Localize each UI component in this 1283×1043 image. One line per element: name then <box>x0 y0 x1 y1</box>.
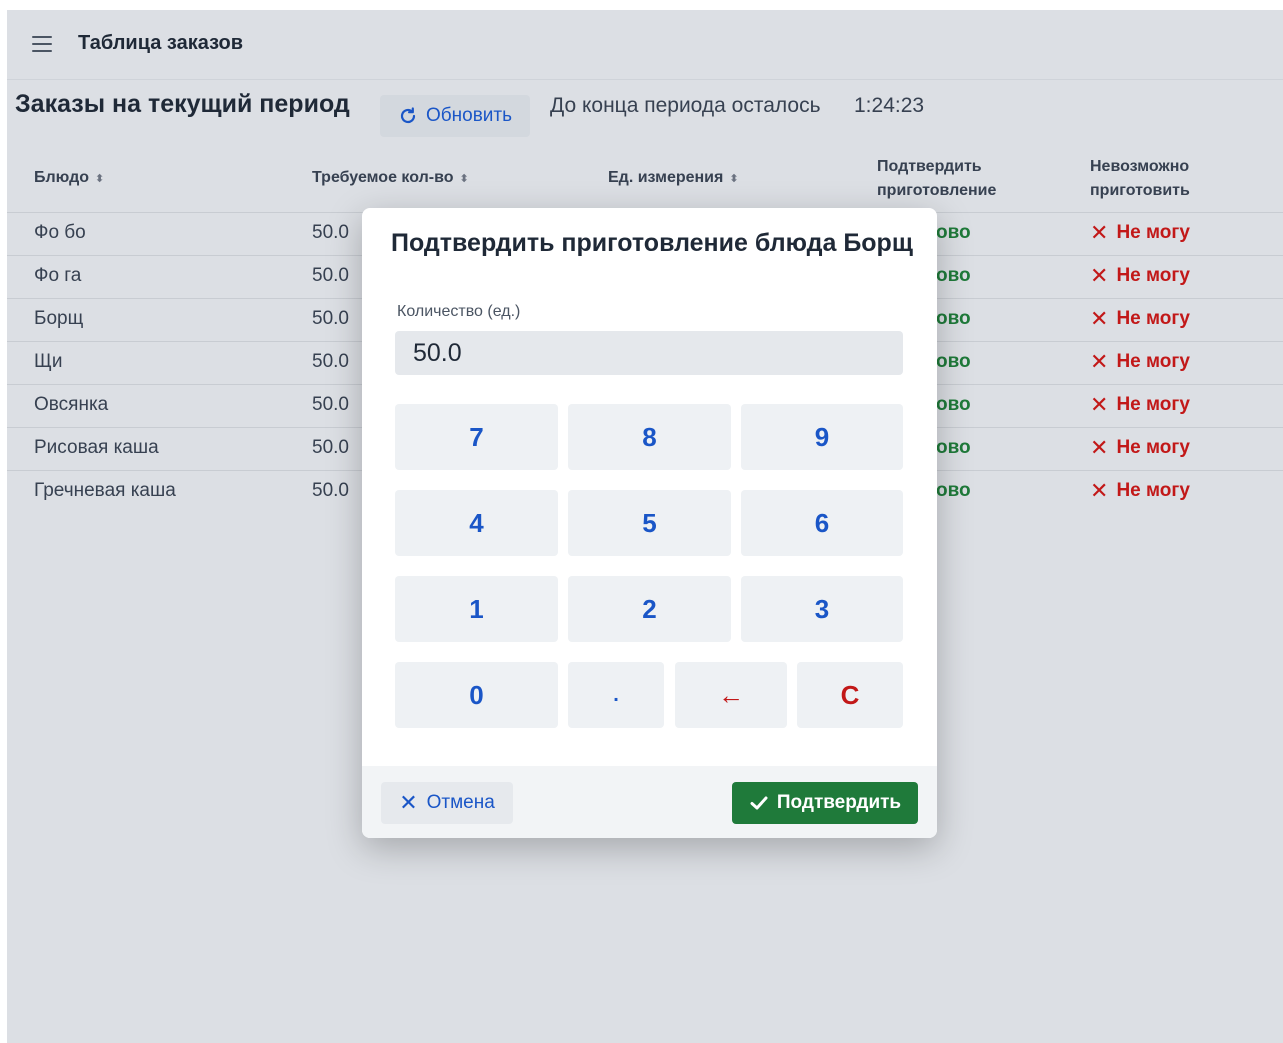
key-decimal-point[interactable]: . <box>568 662 664 728</box>
modal-overlay: Подтвердить приготовление блюда Борщ Кол… <box>0 0 1283 1043</box>
key-2[interactable]: 2 <box>568 576 731 642</box>
dialog-footer: ✕ Отмена Подтвердить <box>362 766 937 838</box>
key-1[interactable]: 1 <box>395 576 558 642</box>
confirm-dialog: Подтвердить приготовление блюда Борщ Кол… <box>362 208 937 838</box>
quantity-input[interactable] <box>395 331 903 375</box>
close-icon: ✕ <box>399 790 418 815</box>
quantity-label: Количество (ед.) <box>397 303 521 320</box>
dialog-title: Подтвердить приготовление блюда Борщ <box>391 229 913 257</box>
cancel-button[interactable]: ✕ Отмена <box>381 782 513 824</box>
key-9[interactable]: 9 <box>741 404 903 470</box>
key-6[interactable]: 6 <box>741 490 903 556</box>
key-5[interactable]: 5 <box>568 490 731 556</box>
key-7[interactable]: 7 <box>395 404 558 470</box>
key-0[interactable]: 0 <box>395 662 558 728</box>
key-3[interactable]: 3 <box>741 576 903 642</box>
confirm-button[interactable]: Подтвердить <box>732 782 918 824</box>
cancel-label: Отмена <box>426 792 495 813</box>
key-4[interactable]: 4 <box>395 490 558 556</box>
backspace-key[interactable]: ← <box>675 662 787 728</box>
clear-key[interactable]: C <box>797 662 903 728</box>
checkmark-icon <box>750 796 768 810</box>
key-8[interactable]: 8 <box>568 404 731 470</box>
confirm-label: Подтвердить <box>776 792 902 813</box>
